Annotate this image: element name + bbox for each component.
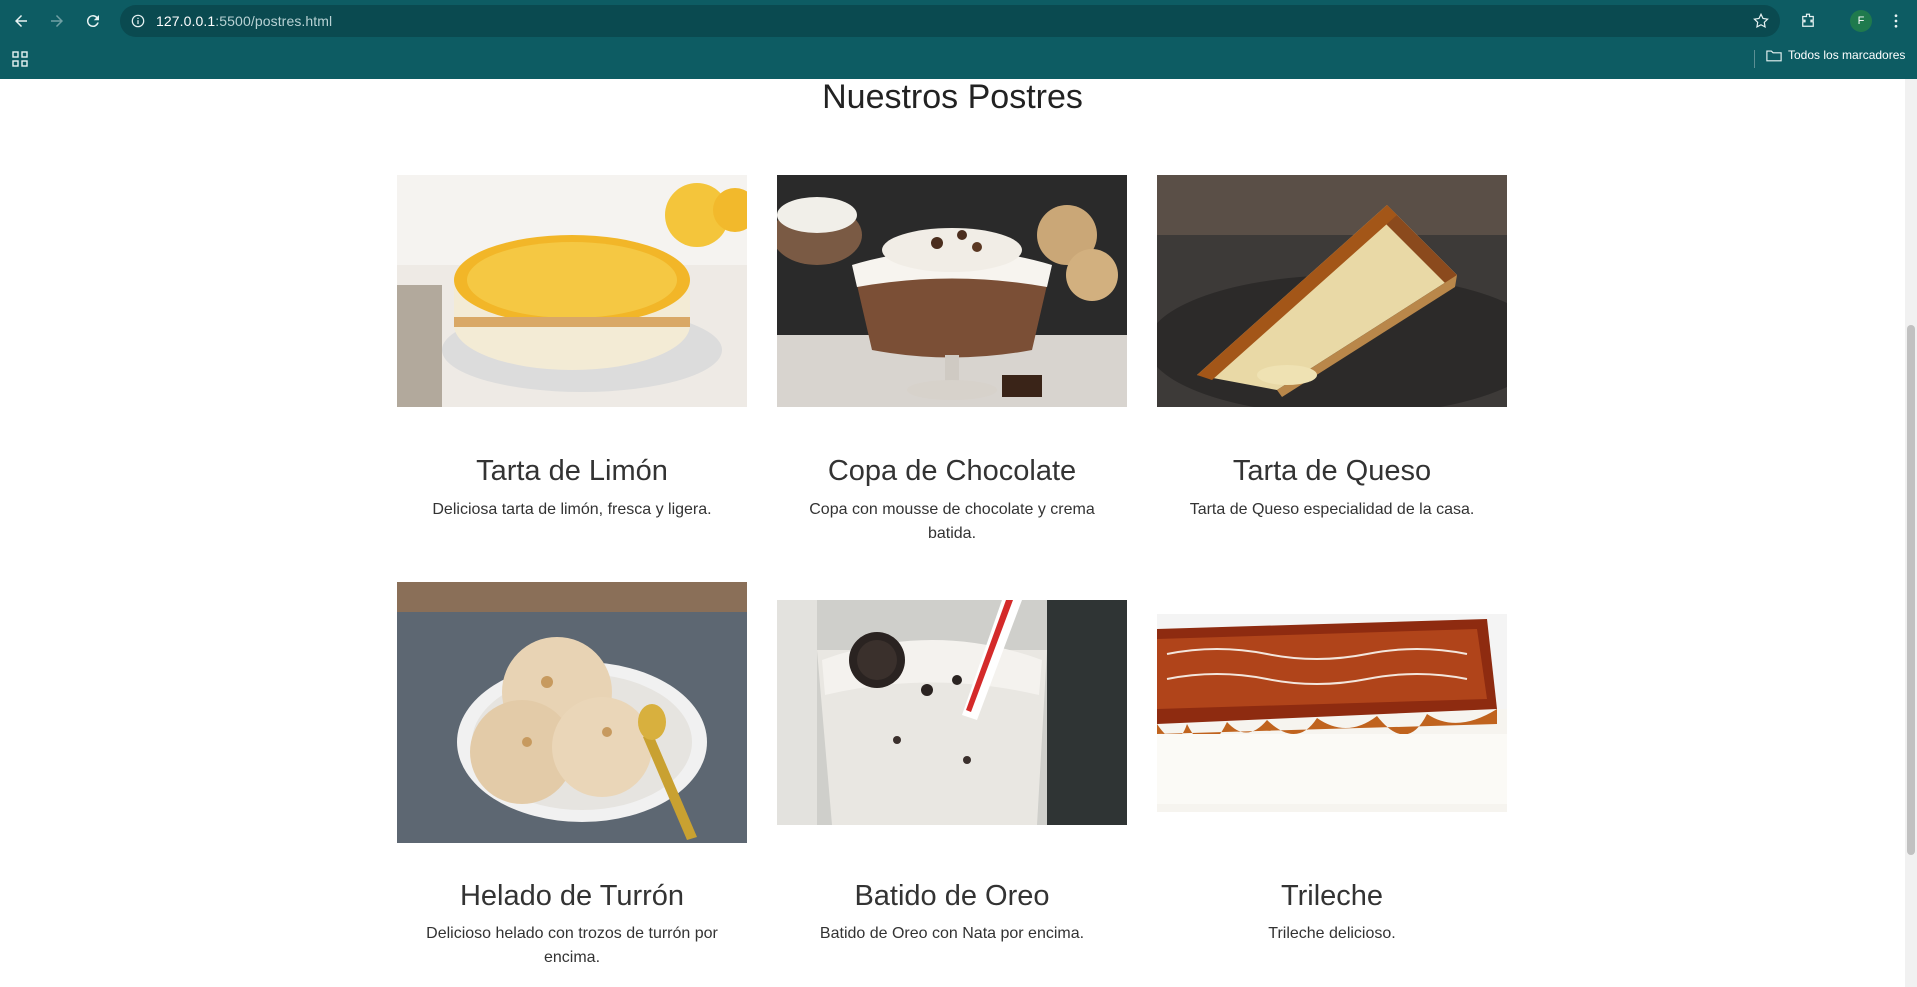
- bookmark-star-icon[interactable]: [1752, 12, 1770, 30]
- apps-grid-icon[interactable]: [11, 50, 29, 68]
- all-bookmarks-button[interactable]: Todos los marcadores: [1766, 48, 1905, 62]
- dessert-image-copa-chocolate: [777, 175, 1127, 407]
- page-title: Nuestros Postres: [822, 78, 1083, 116]
- dessert-name: Tarta de Limón: [476, 455, 668, 487]
- dessert-card-helado-turron: Helado de Turrón Delicioso helado con tr…: [397, 582, 747, 972]
- address-bar[interactable]: 127.0.0.1:5500/postres.html: [120, 5, 1780, 37]
- site-info-icon[interactable]: [130, 13, 146, 29]
- dessert-card-trileche: Trileche Trileche delicioso.: [1157, 582, 1507, 972]
- dessert-description: Tarta de Queso especialidad de la casa.: [1189, 501, 1475, 518]
- dessert-name: Tarta de Queso: [1232, 455, 1432, 487]
- bookmarks-bar: [0, 42, 1917, 79]
- reload-icon[interactable]: [81, 9, 105, 33]
- dessert-name: Batido de Oreo: [854, 880, 1050, 912]
- folder-icon: [1766, 49, 1782, 62]
- dessert-description: Batido de Oreo con Nata por encima.: [819, 925, 1085, 942]
- dessert-description: Trileche delicioso.: [1268, 925, 1396, 942]
- forward-icon[interactable]: [45, 9, 69, 33]
- browser-toolbar: 127.0.0.1:5500/postres.html F: [0, 0, 1917, 42]
- back-icon[interactable]: [9, 9, 33, 33]
- dessert-image-helado-turron: [397, 582, 747, 843]
- scrollbar-thumb[interactable]: [1907, 325, 1915, 855]
- extensions-icon[interactable]: [1796, 9, 1820, 33]
- dessert-description: Delicioso helado con trozos de turrón po…: [426, 925, 718, 966]
- dessert-image-tarta-limon: [397, 175, 747, 407]
- dessert-card-tarta-queso: Tarta de Queso Tarta de Queso especialid…: [1157, 175, 1507, 525]
- dessert-name: Helado de Turrón: [459, 880, 685, 912]
- url-text: 127.0.0.1:5500/postres.html: [156, 13, 333, 29]
- dessert-image-trileche: [1157, 614, 1507, 812]
- dessert-image-batido-oreo: [777, 600, 1127, 825]
- menu-kebab-icon[interactable]: [1884, 9, 1908, 33]
- dessert-description: Copa con mousse de chocolate y crema bat…: [809, 501, 1095, 542]
- dessert-card-copa-chocolate: Copa de Chocolate Copa con mousse de cho…: [777, 175, 1127, 542]
- bookmarks-separator: [1754, 50, 1755, 68]
- dessert-description: Deliciosa tarta de limón, fresca y liger…: [432, 501, 712, 518]
- profile-avatar[interactable]: F: [1850, 10, 1872, 32]
- dessert-card-batido-oreo: Batido de Oreo Batido de Oreo con Nata p…: [777, 582, 1127, 972]
- all-bookmarks-label: Todos los marcadores: [1788, 48, 1906, 62]
- dessert-name: Trileche: [1280, 880, 1384, 912]
- dessert-card-tarta-limon: Tarta de Limón Deliciosa tarta de limón,…: [397, 175, 747, 525]
- dessert-name: Copa de Chocolate: [827, 455, 1077, 487]
- dessert-image-tarta-queso: [1157, 175, 1507, 407]
